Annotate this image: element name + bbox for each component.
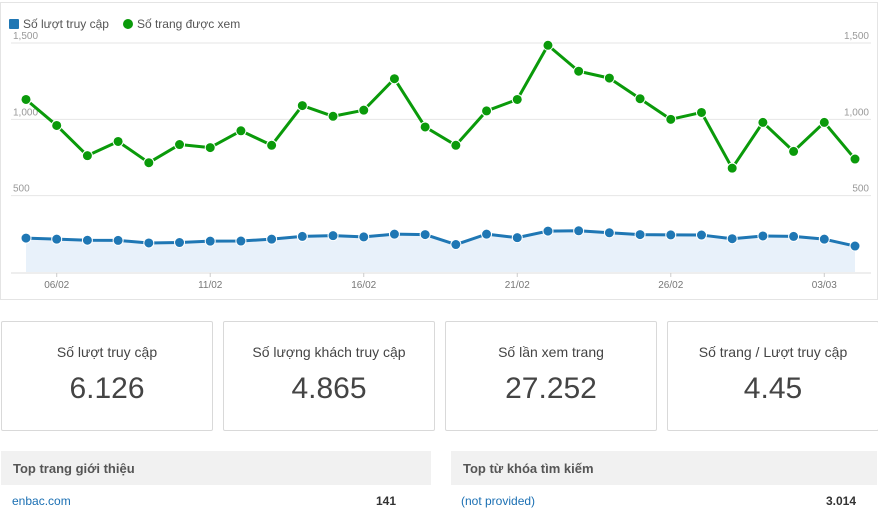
- visits-point: [266, 233, 278, 245]
- x-tick-label: 03/03: [812, 280, 837, 291]
- legend-square-icon: [9, 19, 19, 29]
- top-referrers-header: Top trang giới thiệu: [1, 451, 431, 485]
- visits-point: [757, 230, 769, 242]
- stat-label: Số lần xem trang: [498, 344, 604, 360]
- visits-point: [695, 229, 707, 241]
- visits-point: [112, 234, 124, 246]
- stat-label: Số trang / Lượt truy cập: [698, 344, 848, 360]
- pageviews-point: [634, 93, 646, 105]
- pageviews-point: [757, 116, 769, 128]
- visits-point: [327, 230, 339, 242]
- x-tick-label: 16/02: [351, 280, 376, 291]
- pageviews-point: [849, 153, 861, 165]
- x-tick-label: 11/02: [198, 280, 223, 291]
- visits-point: [481, 228, 493, 240]
- x-tick-label: 06/02: [44, 280, 69, 291]
- visits-point: [296, 230, 308, 242]
- pageviews-point: [603, 72, 615, 84]
- top-keywords-header: Top từ khóa tìm kiếm: [451, 451, 877, 485]
- visits-point: [235, 235, 247, 247]
- visits-point: [143, 237, 155, 249]
- visits-point: [849, 240, 861, 252]
- pageviews-point: [388, 73, 400, 85]
- pageviews-point: [143, 157, 155, 169]
- visits-point: [388, 228, 400, 240]
- pageviews-point: [665, 113, 677, 125]
- visits-point: [818, 233, 830, 245]
- stat-card-visits: Số lượt truy cập 6.126: [1, 321, 213, 431]
- y-tick-label-left: 1,500: [13, 31, 38, 42]
- pageviews-point: [51, 119, 63, 131]
- list-item: (not provided) 3.014: [461, 494, 856, 512]
- pageviews-point: [20, 93, 32, 105]
- pageviews-point: [296, 100, 308, 112]
- visits-point: [174, 237, 186, 249]
- visits-point: [726, 233, 738, 245]
- pageviews-point: [450, 139, 462, 151]
- visits-point: [51, 233, 63, 245]
- y-tick-label-right: 1,500: [844, 31, 869, 42]
- stat-value: 4.865: [291, 372, 367, 405]
- keyword-link[interactable]: (not provided): [461, 494, 535, 508]
- visits-point: [788, 230, 800, 242]
- pageviews-point: [511, 93, 523, 105]
- stat-card-pages-per-visit: Số trang / Lượt truy cập 4.45: [667, 321, 878, 431]
- visits-point: [204, 235, 216, 247]
- legend-label-visits: Số lượt truy cập: [23, 17, 109, 31]
- y-tick-label-right: 1,000: [844, 107, 869, 118]
- pageviews-point: [266, 139, 278, 151]
- y-tick-label-left: 1,000: [13, 107, 38, 118]
- pageviews-point: [419, 121, 431, 133]
- stat-label: Số lượng khách truy cập: [252, 344, 406, 360]
- stat-card-visitors: Số lượng khách truy cập 4.865: [223, 321, 435, 431]
- visits-point: [634, 229, 646, 241]
- pageviews-point: [235, 125, 247, 137]
- pageviews-point: [726, 162, 738, 174]
- pageviews-point: [695, 106, 707, 118]
- pageviews-point: [327, 110, 339, 122]
- x-tick-label: 26/02: [658, 280, 683, 291]
- legend-circle-icon: [122, 19, 133, 29]
- pageviews-point: [174, 139, 186, 151]
- visits-point: [542, 225, 554, 237]
- legend-item-pageviews[interactable]: Số trang được xem: [122, 17, 241, 31]
- pageviews-point: [818, 116, 830, 128]
- visits-point: [81, 234, 93, 246]
- stat-card-pageviews: Số lần xem trang 27.252: [445, 321, 657, 431]
- line-chart: 1,500 1,500 1,000 1,000 500 500 06/02 11/02 16/0…: [11, 31, 871, 291]
- visits-point: [419, 229, 431, 241]
- visits-point: [665, 229, 677, 241]
- x-tick-label: 21/02: [505, 280, 530, 291]
- visits-point: [511, 232, 523, 244]
- pageviews-point: [204, 142, 216, 154]
- referrer-link[interactable]: enbac.com: [12, 494, 71, 508]
- legend-label-pageviews: Số trang được xem: [136, 17, 241, 31]
- pageviews-point: [481, 105, 493, 117]
- pageviews-point: [81, 150, 93, 162]
- y-tick-label-right: 500: [852, 184, 869, 195]
- list-item: enbac.com 141: [12, 494, 396, 512]
- chart-panel: 1,500 1,500 1,000 1,000 500 500 06/02 11/02 16/0…: [0, 2, 878, 300]
- visits-point: [450, 239, 462, 251]
- referrer-count: 141: [375, 494, 396, 508]
- visits-point: [20, 232, 32, 244]
- stat-value: 4.45: [743, 372, 803, 405]
- stat-value: 27.252: [505, 372, 597, 405]
- visits-point: [603, 227, 615, 239]
- pageviews-line: [25, 43, 857, 170]
- visits-point: [573, 225, 585, 237]
- stat-label: Số lượt truy cập: [56, 344, 158, 360]
- y-tick-label-left: 500: [13, 184, 30, 195]
- pageviews-point: [788, 145, 800, 157]
- pageviews-point: [112, 135, 124, 147]
- keyword-count: 3.014: [825, 494, 856, 508]
- pageviews-point: [358, 104, 370, 116]
- pageviews-point: [573, 65, 585, 77]
- pageviews-point: [542, 39, 554, 51]
- visits-point: [358, 231, 370, 243]
- chart-legend: Số lượt truy cập Số trang được xem: [9, 17, 240, 31]
- stat-value: 6.126: [69, 372, 145, 405]
- legend-item-visits[interactable]: Số lượt truy cập: [9, 17, 109, 31]
